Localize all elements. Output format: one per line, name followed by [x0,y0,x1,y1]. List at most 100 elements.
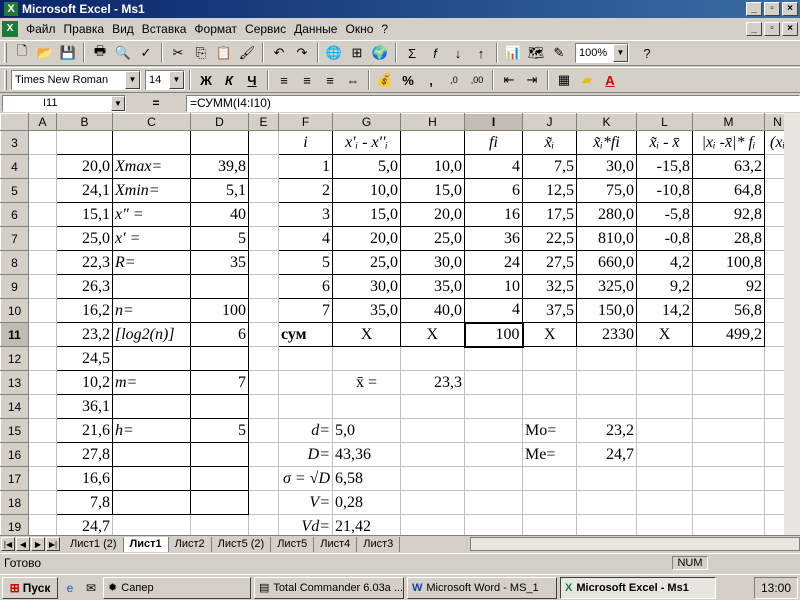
row-header[interactable]: 16 [0,442,29,467]
align-left-icon[interactable]: ≡ [273,69,295,91]
cell-J13[interactable] [522,370,577,395]
formula-input[interactable]: =СУММ(I4:I10) [186,94,800,112]
cell-K4[interactable]: 30,0 [576,154,637,179]
cell-H12[interactable] [400,346,465,371]
cell-A16[interactable] [28,442,57,467]
cell-E10[interactable] [248,298,279,323]
sort-descending-icon[interactable]: ↑ [470,42,492,64]
cell-M13[interactable] [692,370,765,395]
workbook-minimize-button[interactable]: _ [746,22,762,36]
decrease-decimal-icon[interactable]: ,00 [466,69,488,91]
cell-H16[interactable] [400,442,465,467]
worksheet-grid[interactable]: A B C D E F G H I J K L M N 3 i x'ᵢ - x''ᵢ… [0,113,800,535]
merge-center-icon[interactable]: ⇔ [342,69,364,91]
undo-icon[interactable]: ↶ [268,42,290,64]
cell-L5[interactable]: -10,8 [636,178,693,203]
cell-G6[interactable]: 15,0 [332,202,401,227]
task-total-commander[interactable]: ▤ Total Commander 6.03a ... [254,576,404,599]
cell-J17[interactable] [522,466,577,491]
function-icon[interactable]: f [424,42,446,64]
cell-K9[interactable]: 325,0 [576,274,637,299]
cell-G7[interactable]: 20,0 [332,226,401,251]
cell-E7[interactable] [248,226,279,251]
cell-F9[interactable]: 6 [278,274,333,299]
cell-I19[interactable] [464,514,523,535]
cell-G5[interactable]: 10,0 [332,178,401,203]
cell-D11[interactable]: 6 [190,322,249,347]
cell-D14[interactable] [190,394,249,419]
cell-I13[interactable] [464,370,523,395]
menu-edit[interactable]: Правка [60,22,109,36]
name-box[interactable]: I11 ▼ [2,94,126,112]
cell-D15[interactable]: 5 [190,418,249,443]
cell-K5[interactable]: 75,0 [576,178,637,203]
cell-C13[interactable]: m= [112,370,191,395]
cell-L14[interactable] [636,394,693,419]
cell-H14[interactable] [400,394,465,419]
cell-F16[interactable]: D= [278,442,333,467]
cell-K8[interactable]: 660,0 [576,250,637,275]
cell-D6[interactable]: 40 [190,202,249,227]
outlook-icon[interactable]: ✉ [82,579,100,597]
cell-C18[interactable] [112,490,191,515]
cell-J4[interactable]: 7,5 [522,154,577,179]
cell-J6[interactable]: 17,5 [522,202,577,227]
row-header[interactable]: 19 [0,514,29,535]
cell-A15[interactable] [28,418,57,443]
cell-I16[interactable] [464,442,523,467]
cell-J3[interactable]: x̃ᵢ [522,130,577,155]
cell-A5[interactable] [28,178,57,203]
cell-H9[interactable]: 35,0 [400,274,465,299]
column-header[interactable]: J [522,113,577,131]
cell-C10[interactable]: n= [112,298,191,323]
task-excel[interactable]: X Microsoft Excel - Ms1 [560,576,716,599]
cell-C6[interactable]: x″ = [112,202,191,227]
currency-icon[interactable]: 💰 [374,69,396,91]
chart-wizard-icon[interactable]: 📊 [502,42,524,64]
italic-button[interactable]: К [218,69,240,91]
cell-F14[interactable] [278,394,333,419]
cell-E9[interactable] [248,274,279,299]
cell-A13[interactable] [28,370,57,395]
cell-B15[interactable]: 21,6 [56,418,113,443]
cell-K10[interactable]: 150,0 [576,298,637,323]
open-icon[interactable]: 📂 [34,42,56,64]
menu-file[interactable]: Файл [22,22,60,36]
cell-H11[interactable]: X [400,322,465,347]
menu-window[interactable]: Окно [341,22,377,36]
cell-E8[interactable] [248,250,279,275]
sheet-tab[interactable]: Лист5 (2) [211,536,272,552]
first-sheet-icon[interactable]: |◀ [1,537,15,551]
cell-J5[interactable]: 12,5 [522,178,577,203]
cell-K11[interactable]: 2330 [576,322,637,347]
cell-E3[interactable] [248,130,279,155]
cell-E4[interactable] [248,154,279,179]
cell-E5[interactable] [248,178,279,203]
cell-G16[interactable]: 43,36 [332,442,401,467]
row-header[interactable]: 11 [0,322,29,347]
cell-G19[interactable]: 21,42 [332,514,401,535]
row-header[interactable]: 15 [0,418,29,443]
sheet-tab[interactable]: Лист4 [314,536,358,552]
cell-E19[interactable] [248,514,279,535]
cell-B8[interactable]: 22,3 [56,250,113,275]
cell-B4[interactable]: 20,0 [56,154,113,179]
cell-M4[interactable]: 63,2 [692,154,765,179]
cell-F13[interactable] [278,370,333,395]
map-icon[interactable]: 🗺 [525,42,547,64]
drawing-icon[interactable]: ✎ [548,42,570,64]
column-header[interactable]: C [112,113,191,131]
cell-K13[interactable] [576,370,637,395]
cell-E18[interactable] [248,490,279,515]
decrease-indent-icon[interactable]: ⇤ [498,69,520,91]
cell-K18[interactable] [576,490,637,515]
cell-A14[interactable] [28,394,57,419]
cell-I18[interactable] [464,490,523,515]
redo-icon[interactable]: ↷ [291,42,313,64]
vertical-scrollbar[interactable] [784,113,800,535]
last-sheet-icon[interactable]: ▶| [46,537,60,551]
cell-E11[interactable] [248,322,279,347]
cell-D17[interactable] [190,466,249,491]
cell-E12[interactable] [248,346,279,371]
column-header[interactable]: H [400,113,465,131]
